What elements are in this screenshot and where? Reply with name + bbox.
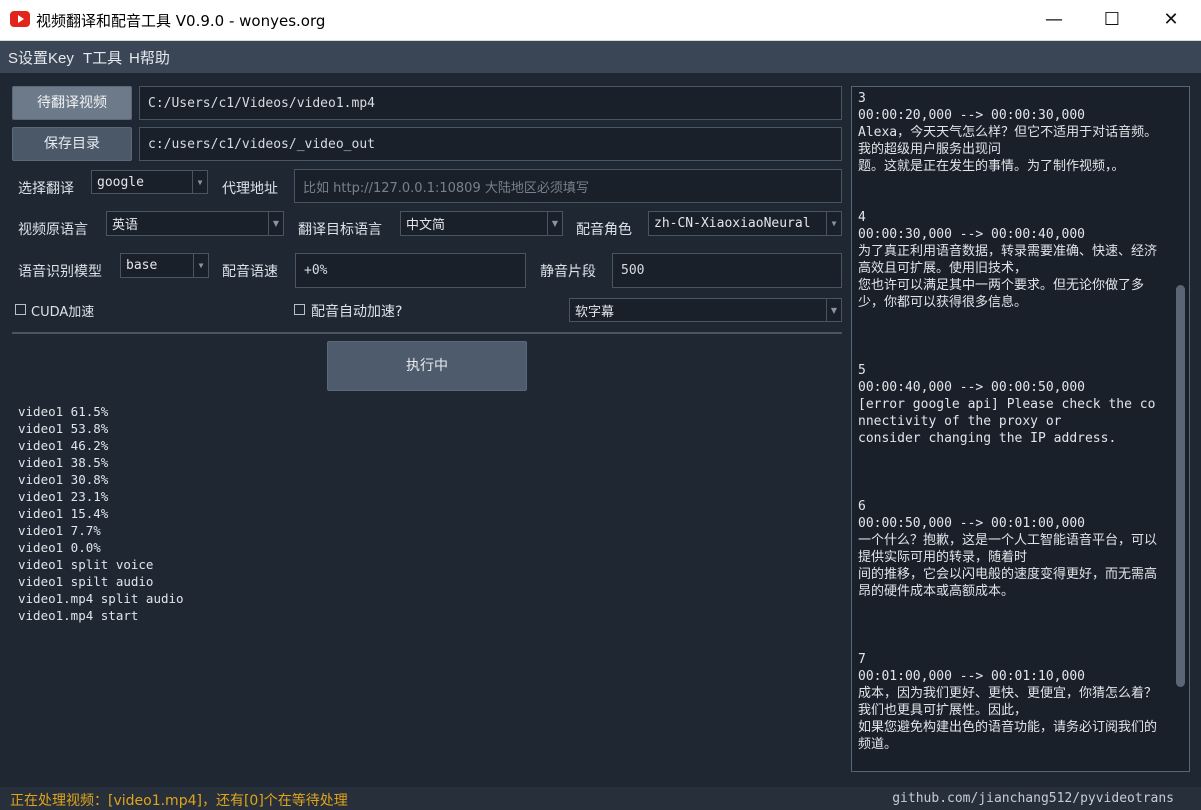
cuda-label: CUDA加速 <box>31 305 95 320</box>
subtitle-editor[interactable]: 3 00:00:20,000 --> 00:00:30,000 Alexa，今天… <box>851 86 1190 772</box>
source-lang-label: 视频原语言 <box>18 222 88 238</box>
translate-label: 选择翻译 <box>18 181 74 197</box>
subtitle-type-select[interactable]: 软字幕 ▼ <box>569 298 842 322</box>
subtitle-type-value: 软字幕 <box>575 304 615 320</box>
asr-model-select[interactable]: base ▼ <box>120 253 209 278</box>
log-line: video1 53.8% <box>18 421 109 436</box>
chevron-down-icon: ▼ <box>826 212 841 235</box>
scrollbar[interactable] <box>1173 89 1187 769</box>
window-title: 视频翻译和配音工具 V0.9.0 - wonyes.org <box>36 12 326 30</box>
scrollbar-thumb[interactable] <box>1176 285 1185 687</box>
menu-tools[interactable]: T工具 <box>83 47 122 68</box>
auto-speed-checkbox[interactable] <box>294 304 305 315</box>
save-dir-input[interactable]: c:/users/c1/videos/_video_out <box>139 127 842 161</box>
github-link[interactable]: github.com/jianchang512/pyvideotrans <box>892 791 1174 806</box>
log-line: video1 split voice <box>18 557 154 572</box>
menu-help[interactable]: H帮助 <box>129 47 170 68</box>
log-line: video1 38.5% <box>18 455 109 470</box>
log-output: video1 61.5% video1 53.8% video1 46.2% v… <box>18 403 184 624</box>
translate-select-value: google <box>97 174 144 190</box>
log-line: video1 7.7% <box>18 523 101 538</box>
maximize-button[interactable]: ☐ <box>1083 0 1141 40</box>
voice-role-label: 配音角色 <box>576 222 632 238</box>
run-button[interactable]: 执行中 <box>327 341 527 391</box>
minimize-button[interactable]: — <box>1025 0 1083 40</box>
status-message: 正在处理视频：[video1.mp4]，还有[0]个在等待处理 <box>10 793 348 809</box>
select-video-button[interactable]: 待翻译视频 <box>12 86 132 120</box>
voice-rate-input[interactable]: +0% <box>295 253 526 288</box>
voice-role-value: zh-CN-XiaoxiaoNeural <box>654 216 811 231</box>
silence-label: 静音片段 <box>540 264 596 280</box>
asr-model-value: base <box>126 258 158 273</box>
log-line: video1 spilt audio <box>18 574 154 589</box>
subtitle-text: 3 00:00:20,000 --> 00:00:30,000 Alexa，今天… <box>858 91 1158 752</box>
target-lang-value: 中文简 <box>406 218 446 233</box>
divider <box>12 332 842 334</box>
silence-input[interactable]: 500 <box>612 253 842 288</box>
auto-speed-label: 配音自动加速? <box>311 304 403 320</box>
voice-rate-label: 配音语速 <box>222 264 278 280</box>
log-line: video1 46.2% <box>18 438 109 453</box>
chevron-down-icon: ▼ <box>192 171 207 193</box>
cuda-checkbox[interactable] <box>15 304 26 315</box>
source-lang-value: 英语 <box>112 218 139 233</box>
log-line: video1 61.5% <box>18 404 109 419</box>
menu-settings-key[interactable]: S设置Key <box>8 47 74 68</box>
menu-bar: S设置Key T工具 H帮助 <box>0 41 1201 73</box>
chevron-down-icon: ▼ <box>547 212 562 235</box>
log-line: video1.mp4 start <box>18 608 139 623</box>
log-line: video1 23.1% <box>18 489 109 504</box>
log-line: video1 0.0% <box>18 540 101 555</box>
close-button[interactable]: ✕ <box>1142 0 1200 40</box>
chevron-down-icon: ▼ <box>826 299 841 321</box>
panel-splitter[interactable] <box>845 86 849 772</box>
title-bar: 视频翻译和配音工具 V0.9.0 - wonyes.org — ☐ ✕ <box>0 0 1201 41</box>
log-line: video1 30.8% <box>18 472 109 487</box>
target-lang-label: 翻译目标语言 <box>298 222 382 238</box>
chevron-down-icon: ▼ <box>268 212 283 235</box>
proxy-label: 代理地址 <box>222 181 278 197</box>
proxy-input[interactable]: 比如 http://127.0.0.1:10809 大陆地区必须填写 <box>294 169 842 203</box>
asr-model-label: 语音识别模型 <box>18 264 102 280</box>
video-path-input[interactable]: C:/Users/c1/Videos/video1.mp4 <box>139 86 842 120</box>
log-line: video1 15.4% <box>18 506 109 521</box>
target-lang-select[interactable]: 中文简 ▼ <box>400 211 563 236</box>
source-lang-select[interactable]: 英语 ▼ <box>106 211 284 236</box>
log-line: video1.mp4 split audio <box>18 591 184 606</box>
chevron-down-icon: ▼ <box>193 254 208 277</box>
app-logo-icon <box>10 11 30 27</box>
status-bar: 正在处理视频：[video1.mp4]，还有[0]个在等待处理 github.c… <box>0 787 1201 810</box>
translate-select[interactable]: google ▼ <box>91 170 208 194</box>
voice-role-select[interactable]: zh-CN-XiaoxiaoNeural ▼ <box>648 211 842 236</box>
save-dir-button[interactable]: 保存目录 <box>12 127 132 161</box>
